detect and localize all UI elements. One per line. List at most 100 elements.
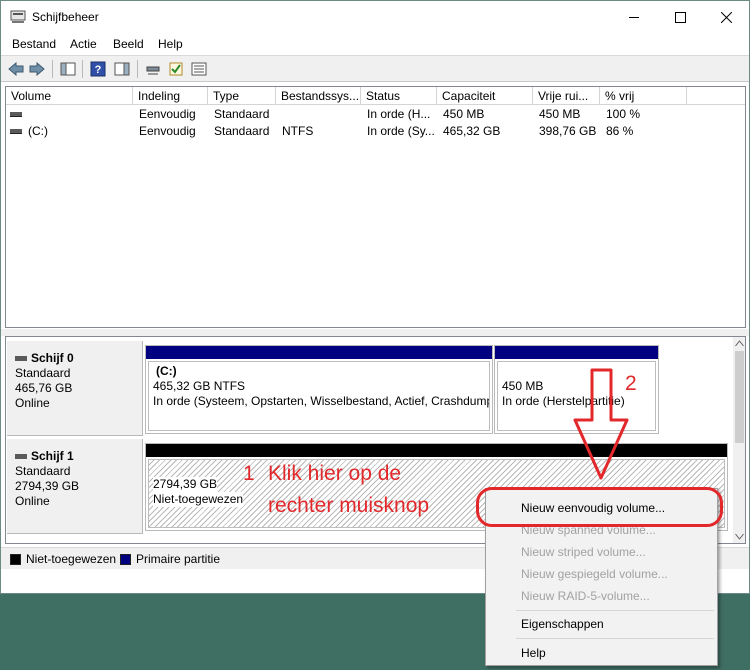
scrollbar-thumb[interactable]: [735, 351, 744, 443]
help-button[interactable]: ?: [89, 60, 107, 78]
annotation-step-1-line2: rechter muisknop: [268, 494, 430, 517]
disk-1-type: Standaard: [15, 464, 71, 478]
legend-primary: Primaire partitie: [136, 552, 221, 566]
console-tree-button[interactable]: [59, 60, 77, 78]
volume-list: Volume Indeling Type Bestandssys... Stat…: [5, 86, 746, 328]
menu-item-help[interactable]: Help: [521, 646, 546, 660]
toolbar: ?: [1, 55, 749, 82]
partition-unallocated-title: [153, 462, 724, 477]
column-indeling[interactable]: Indeling: [133, 87, 208, 105]
menu-help[interactable]: Help: [158, 37, 183, 51]
graph-scrollbar[interactable]: [733, 337, 745, 543]
disk-0-name: Schijf 0: [31, 351, 74, 365]
cell-volume: (C:): [28, 124, 48, 138]
console-tree-icon: [60, 62, 76, 76]
scroll-up-icon[interactable]: [735, 340, 744, 347]
menu-item-new-raid5-volume: Nieuw RAID-5-volume...: [521, 589, 650, 603]
menu-bar: Bestand Actie Beeld Help: [1, 33, 749, 55]
annotation-step-1-line1: Klik hier op de: [268, 462, 402, 485]
cell-capaciteit: 450 MB: [443, 107, 485, 121]
disk-1-name-row: Schijf 1: [15, 449, 142, 464]
cell-pct-vrij: 100 %: [606, 107, 641, 121]
maximize-button[interactable]: [657, 1, 703, 33]
menu-bestand[interactable]: Bestand: [12, 37, 56, 51]
disk-0-label[interactable]: Schijf 0 Standaard 465,76 GB Online: [7, 341, 143, 436]
drive-icon: [10, 129, 22, 134]
action-pane-button[interactable]: [113, 60, 131, 78]
forward-icon: [29, 62, 45, 76]
properties-button[interactable]: [190, 60, 208, 78]
disk-0-size: 465,76 GB: [15, 381, 73, 395]
annotation-highlight-oval: [476, 487, 723, 527]
pane-splitter[interactable]: [1, 329, 749, 336]
check-button[interactable]: [167, 60, 185, 78]
cell-type: Standaard: [214, 124, 270, 138]
legend-swatch-primary: [120, 554, 131, 565]
maximize-icon: [674, 11, 686, 23]
cell-fs: NTFS: [282, 124, 314, 138]
minimize-button[interactable]: [611, 1, 657, 33]
partition-c-status: In orde (Systeem, Opstarten, Wisselbesta…: [153, 394, 490, 408]
menu-item-new-striped-volume: Nieuw striped volume...: [521, 545, 646, 559]
cell-type: Standaard: [214, 107, 270, 121]
disk-1-label[interactable]: Schijf 1 Standaard 2794,39 GB Online: [7, 439, 143, 534]
partition-c-title: (C:): [156, 364, 177, 378]
column-type[interactable]: Type: [208, 87, 276, 105]
cell-status: In orde (H...: [367, 107, 431, 121]
disk-1-size: 2794,39 GB: [15, 479, 80, 493]
disk-0-type: Standaard: [15, 366, 71, 380]
column-pct-vrij[interactable]: % vrij: [600, 87, 687, 105]
toolbar-separator: [82, 60, 83, 78]
partition-recovery-bar: [495, 346, 658, 359]
cell-pct-vrij: 86 %: [606, 124, 634, 138]
menu-separator: [516, 610, 714, 611]
properties-icon: [191, 62, 207, 76]
table-row[interactable]: (C:) Eenvoudig Standaard NTFS In orde (S…: [6, 123, 745, 140]
cell-indeling: Eenvoudig: [139, 124, 196, 138]
back-icon: [8, 62, 24, 76]
menu-separator: [516, 638, 714, 639]
legend-unallocated: Niet-toegewezen: [26, 552, 117, 566]
column-capaciteit[interactable]: Capaciteit: [437, 87, 533, 105]
column-volume[interactable]: Volume: [6, 87, 133, 105]
scroll-down-icon[interactable]: [735, 533, 744, 540]
toolbar-separator: [52, 60, 53, 78]
menu-beeld[interactable]: Beeld: [113, 37, 144, 51]
title-bar: Schijfbeheer: [1, 1, 749, 33]
minimize-icon: [628, 16, 639, 18]
close-icon: [720, 11, 732, 23]
help-icon: ?: [90, 61, 106, 77]
partition-c-bar: [146, 346, 492, 359]
svg-text:?: ?: [95, 64, 102, 76]
connect-button[interactable]: [144, 60, 162, 78]
forward-button[interactable]: [28, 60, 46, 78]
partition-unallocated-status: Niet-toegewezen: [153, 492, 244, 507]
annotation-step-1-number: 1: [243, 462, 255, 485]
table-row[interactable]: Eenvoudig Standaard In orde (H... 450 MB…: [6, 106, 745, 123]
menu-actie[interactable]: Actie: [70, 37, 97, 51]
disk-1-name: Schijf 1: [31, 449, 74, 463]
column-bestandssysteem[interactable]: Bestandssys...: [276, 87, 361, 105]
column-status[interactable]: Status: [361, 87, 437, 105]
legend-swatch-unallocated: [10, 554, 21, 565]
partition-c-body: (C:) 465,32 GB NTFS In orde (Systeem, Op…: [148, 361, 490, 431]
partition-unallocated-bar: [146, 444, 727, 457]
close-button[interactable]: [703, 1, 749, 33]
column-vrije-ruimte[interactable]: Vrije rui...: [533, 87, 600, 105]
partition-unallocated-size: 2794,39 GB: [153, 477, 218, 492]
connect-icon: [146, 66, 160, 75]
drive-icon: [10, 112, 22, 117]
partition-c[interactable]: (C:) 465,32 GB NTFS In orde (Systeem, Op…: [145, 345, 493, 434]
toolbar-separator: [137, 60, 138, 78]
check-icon: [169, 62, 183, 76]
partition-recovery-status: In orde (Herstelpartitie): [502, 394, 625, 408]
partition-c-size: 465,32 GB NTFS: [153, 379, 246, 393]
menu-item-new-mirrored-volume: Nieuw gespiegeld volume...: [521, 567, 668, 581]
back-button[interactable]: [7, 60, 25, 78]
cell-status: In orde (Sy...: [367, 124, 435, 138]
disk-1-state: Online: [15, 494, 50, 508]
disk-icon: [15, 356, 27, 361]
window-title: Schijfbeheer: [32, 10, 99, 24]
menu-item-properties[interactable]: Eigenschappen: [521, 617, 604, 631]
disk-management-app-icon: [10, 10, 26, 23]
